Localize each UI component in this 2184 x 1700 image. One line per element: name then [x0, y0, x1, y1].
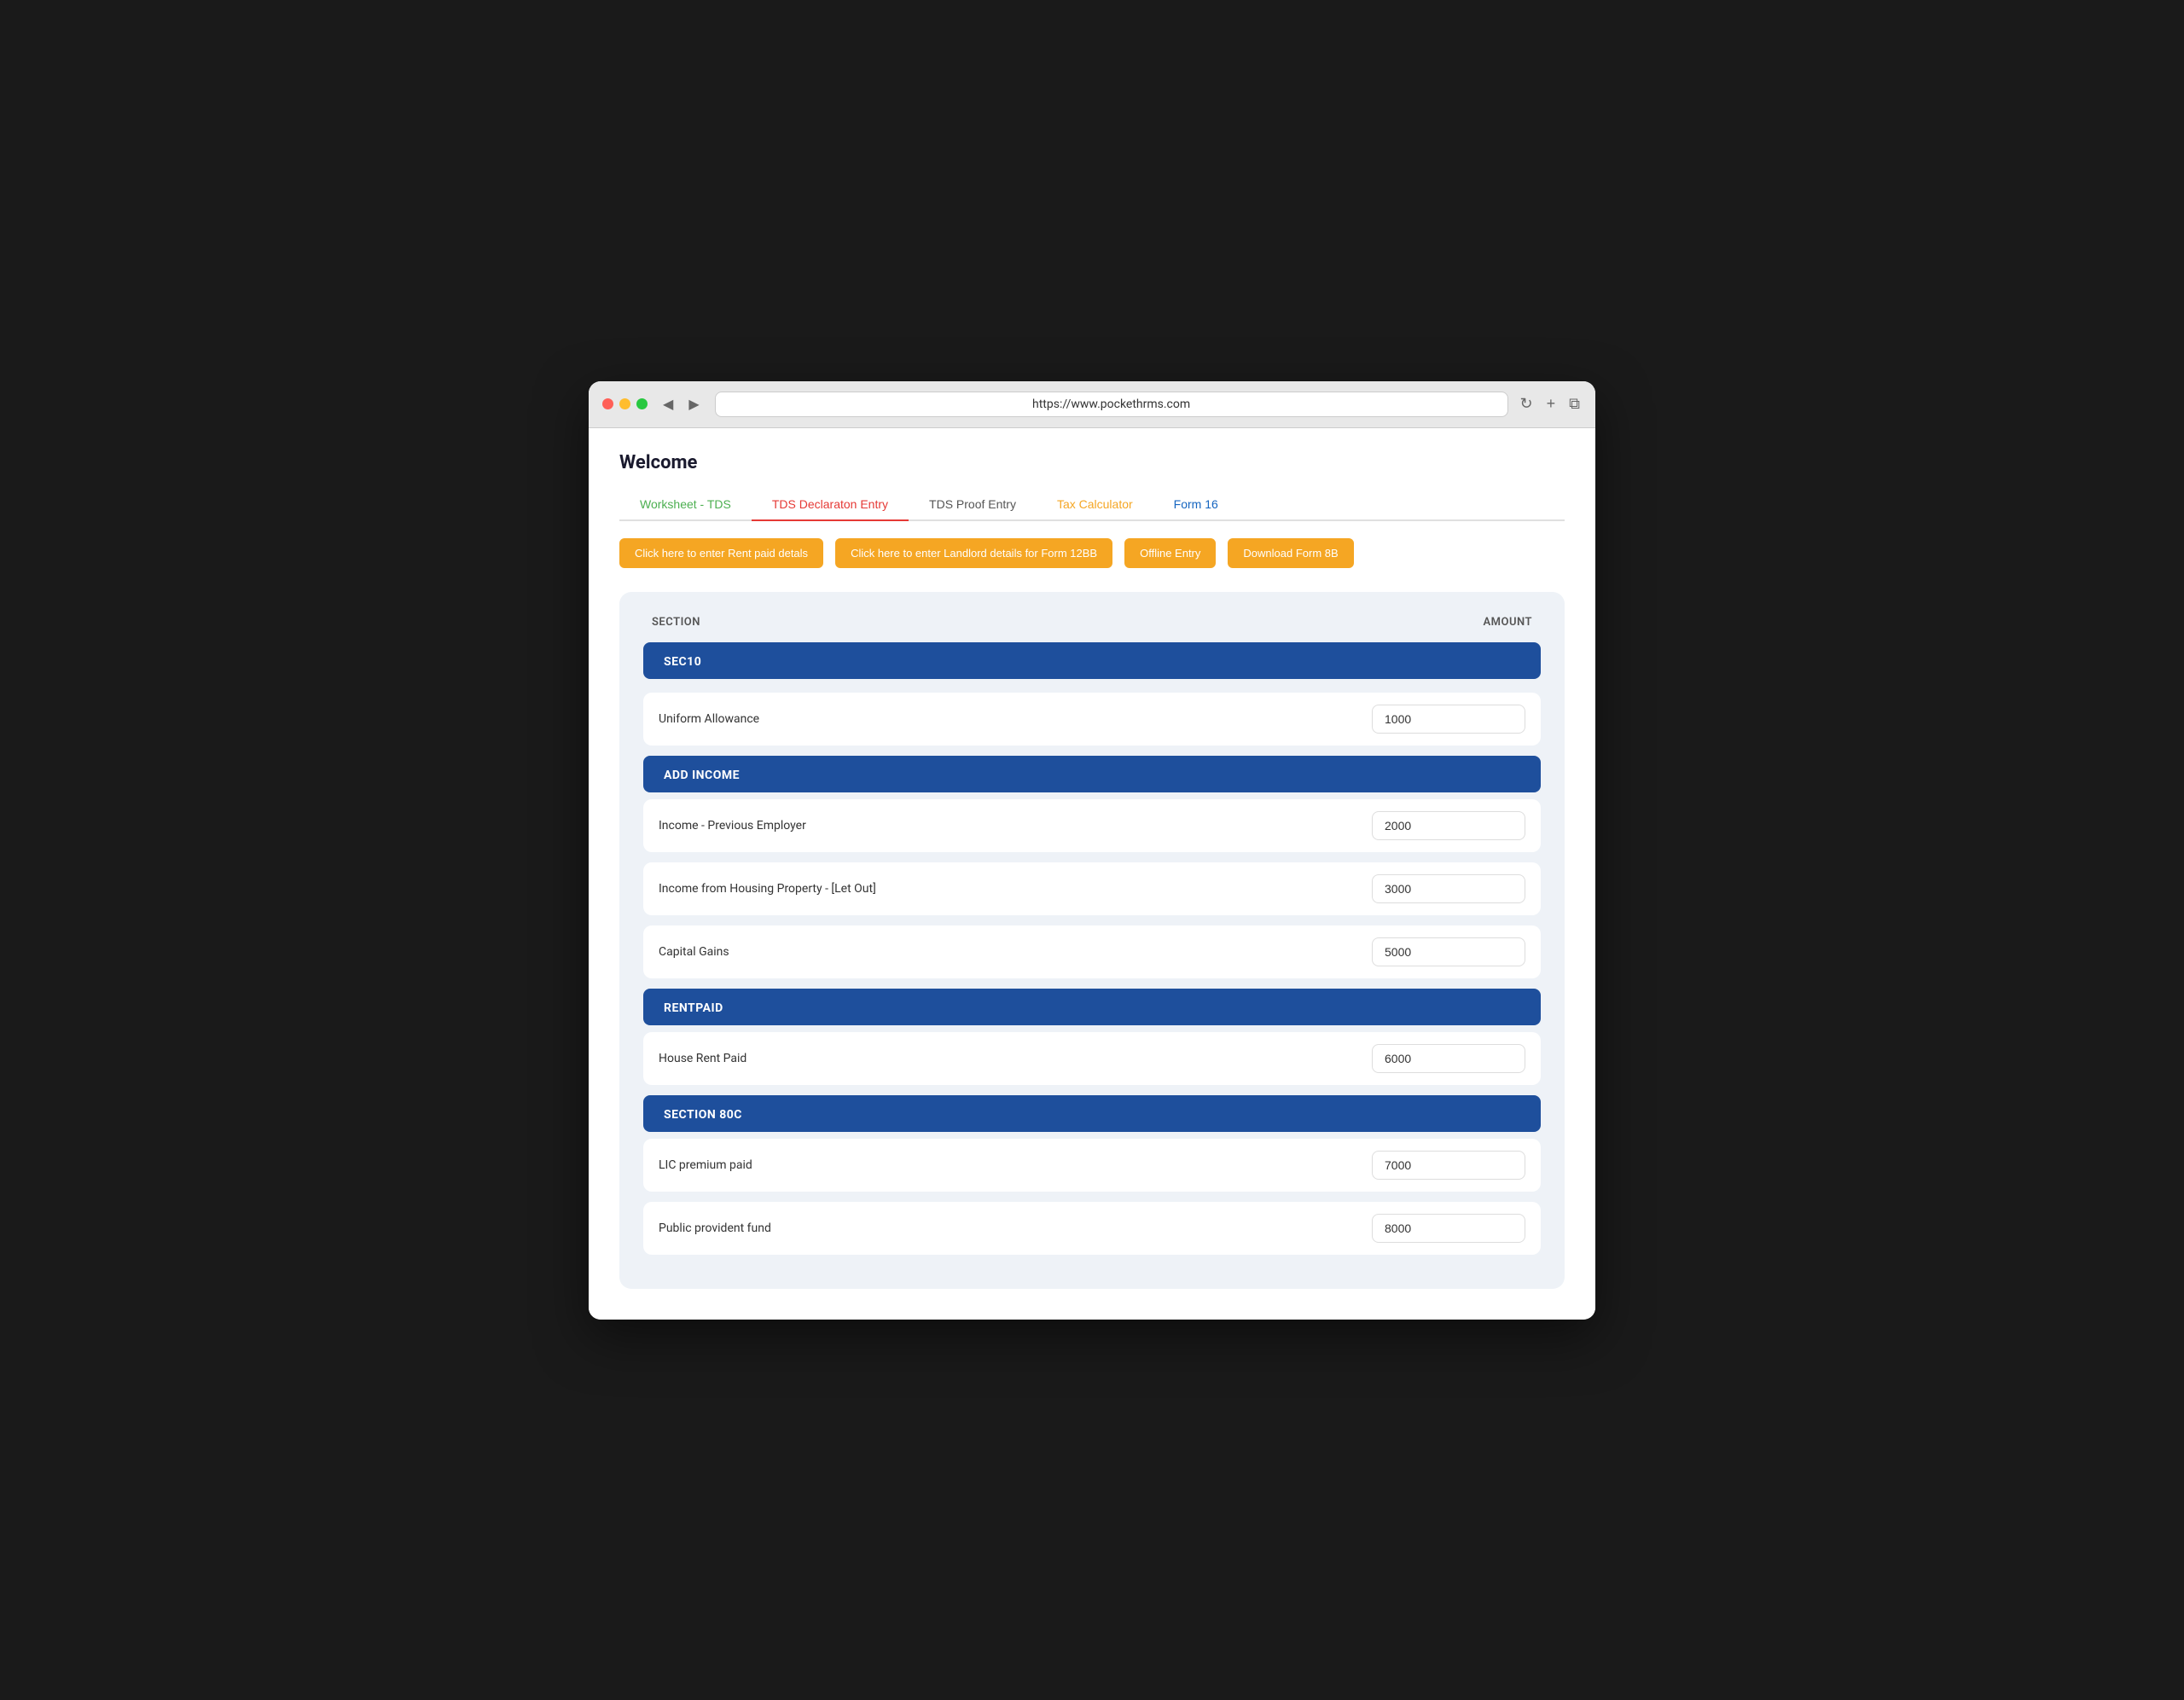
house-rent-row: House Rent Paid	[643, 1032, 1541, 1085]
refresh-button[interactable]: ↻	[1519, 393, 1535, 415]
tab-calculator[interactable]: Tax Calculator	[1037, 489, 1153, 519]
browser-chrome: ◀ ▶ https://www.pockethrms.com ↻ + ⧉	[589, 381, 1595, 428]
rent-details-button[interactable]: Click here to enter Rent paid detals	[619, 538, 823, 568]
lic-premium-label: LIC premium paid	[659, 1158, 1358, 1172]
main-card: SECTION AMOUNT SEC10 Uniform Allowance A…	[619, 592, 1565, 1289]
tab-declaration[interactable]: TDS Declaraton Entry	[752, 489, 909, 519]
income-housing-row: Income from Housing Property - [Let Out]	[643, 862, 1541, 915]
section-col-header: SECTION	[652, 616, 700, 629]
rentpaid-divider: RENTPAID	[643, 989, 1541, 1025]
copy-button[interactable]: ⧉	[1567, 393, 1582, 415]
back-button[interactable]: ◀	[658, 394, 678, 415]
address-bar[interactable]: https://www.pockethrms.com	[715, 392, 1508, 417]
rentpaid-title: RENTPAID	[664, 1001, 723, 1015]
capital-gains-label: Capital Gains	[659, 945, 1358, 959]
sec10-divider: SEC10	[643, 642, 1541, 679]
sec10-title: SEC10	[664, 655, 701, 669]
capital-gains-input[interactable]	[1372, 937, 1525, 966]
table-header: SECTION AMOUNT	[643, 616, 1541, 639]
ppf-input[interactable]	[1372, 1214, 1525, 1243]
uniform-allowance-input[interactable]	[1372, 705, 1525, 734]
house-rent-label: House Rent Paid	[659, 1052, 1358, 1065]
minimize-button[interactable]	[619, 398, 630, 409]
new-tab-button[interactable]: +	[1545, 393, 1558, 415]
browser-window: ◀ ▶ https://www.pockethrms.com ↻ + ⧉ Wel…	[589, 381, 1595, 1320]
tab-worksheet[interactable]: Worksheet - TDS	[619, 489, 752, 519]
house-rent-input[interactable]	[1372, 1044, 1525, 1073]
forward-button[interactable]: ▶	[683, 394, 704, 415]
uniform-allowance-label: Uniform Allowance	[659, 712, 1358, 726]
add-income-divider: ADD INCOME	[643, 756, 1541, 792]
income-prev-employer-input[interactable]	[1372, 811, 1525, 840]
action-buttons-row: Click here to enter Rent paid detals Cli…	[619, 538, 1565, 568]
lic-premium-input[interactable]	[1372, 1151, 1525, 1180]
page-title: Welcome	[619, 452, 1565, 473]
offline-entry-button[interactable]: Offline Entry	[1124, 538, 1216, 568]
tabs-row: Worksheet - TDS TDS Declaraton Entry TDS…	[619, 489, 1565, 521]
traffic-lights	[602, 398, 648, 409]
section80c-divider: SECTION 80C	[643, 1095, 1541, 1132]
income-prev-employer-row: Income - Previous Employer	[643, 799, 1541, 852]
tab-proof[interactable]: TDS Proof Entry	[909, 489, 1037, 519]
income-housing-input[interactable]	[1372, 874, 1525, 903]
capital-gains-row: Capital Gains	[643, 925, 1541, 978]
amount-col-header: AMOUNT	[1483, 616, 1532, 629]
ppf-label: Public provident fund	[659, 1221, 1358, 1235]
add-income-title: ADD INCOME	[664, 769, 740, 782]
close-button[interactable]	[602, 398, 613, 409]
landlord-details-button[interactable]: Click here to enter Landlord details for…	[835, 538, 1112, 568]
tab-form16[interactable]: Form 16	[1153, 489, 1239, 519]
page-content: Welcome Worksheet - TDS TDS Declaraton E…	[589, 428, 1595, 1320]
ppf-row: Public provident fund	[643, 1202, 1541, 1255]
uniform-allowance-row: Uniform Allowance	[643, 693, 1541, 746]
maximize-button[interactable]	[636, 398, 648, 409]
section80c-title: SECTION 80C	[664, 1108, 742, 1122]
income-prev-employer-label: Income - Previous Employer	[659, 819, 1358, 833]
income-housing-label: Income from Housing Property - [Let Out]	[659, 882, 1358, 896]
nav-buttons: ◀ ▶	[658, 394, 705, 415]
lic-premium-row: LIC premium paid	[643, 1139, 1541, 1192]
download-form-button[interactable]: Download Form 8B	[1228, 538, 1353, 568]
